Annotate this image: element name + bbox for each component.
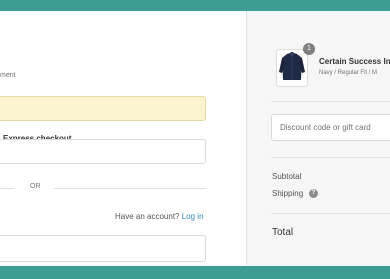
- product-thumbnail: [276, 49, 308, 87]
- express-payment-button[interactable]: [0, 96, 206, 121]
- summary-divider: [271, 213, 390, 214]
- email-field[interactable]: [0, 235, 206, 262]
- or-divider: OR: [0, 182, 206, 194]
- product-title: Certain Success In: [319, 57, 390, 66]
- express-payment-label: ment: [0, 72, 16, 79]
- quantity-badge: 1: [303, 43, 315, 55]
- help-icon[interactable]: ?: [309, 189, 318, 198]
- login-link[interactable]: Log in: [182, 212, 204, 221]
- subtotal-label: Subtotal: [272, 172, 302, 181]
- divider-line-left: [0, 188, 14, 189]
- account-prompt-text: Have an account?: [115, 212, 180, 221]
- or-text: OR: [30, 183, 41, 190]
- total-label: Total: [272, 227, 294, 238]
- divider-line-right: [54, 188, 206, 189]
- account-prompt-row: Have an account? Log in: [115, 212, 204, 221]
- express-checkout-button[interactable]: [0, 139, 206, 164]
- discount-placeholder: Discount code or gift card: [280, 123, 371, 132]
- bottom-accent-band: [0, 266, 390, 279]
- summary-divider: [271, 157, 390, 158]
- top-accent-band: [0, 0, 390, 11]
- summary-divider: [271, 101, 390, 102]
- shirt-image: [277, 50, 307, 86]
- shipping-label: Shipping: [272, 189, 304, 198]
- product-variant: Navy / Regular Fit / M: [319, 70, 378, 76]
